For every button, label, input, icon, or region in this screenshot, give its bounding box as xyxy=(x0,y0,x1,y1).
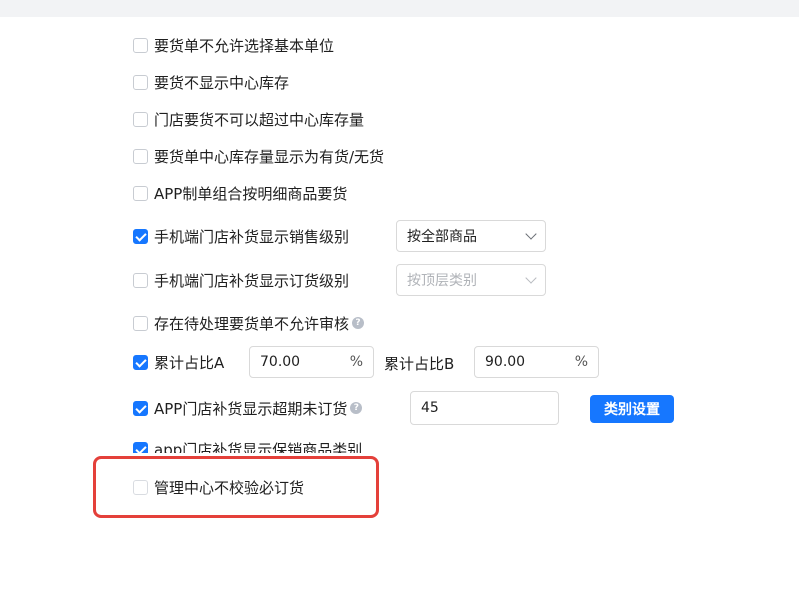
option-row[interactable]: APP制单组合按明细商品要货 xyxy=(133,180,347,206)
option-label: 要货单不允许选择基本单位 xyxy=(154,36,335,55)
input-value: 70.00 xyxy=(260,354,301,370)
checkbox-checked[interactable] xyxy=(133,228,148,244)
percent-suffix: % xyxy=(574,354,588,370)
chevron-down-icon xyxy=(525,228,537,240)
option-row[interactable]: 门店要货不可以超过中心库存量 xyxy=(133,106,364,132)
percent-suffix: % xyxy=(349,354,363,370)
help-icon[interactable]: ? xyxy=(350,402,363,414)
checkbox[interactable] xyxy=(133,315,148,331)
top-bar xyxy=(0,0,799,17)
order-level-select[interactable]: 按顶层类别 xyxy=(396,264,546,296)
option-label: APP制单组合按明细商品要货 xyxy=(154,184,348,203)
highlight-box xyxy=(93,456,379,518)
option-row[interactable]: 要货单不允许选择基本单位 xyxy=(133,32,334,58)
option-label: 要货不显示中心库存 xyxy=(154,73,290,92)
option-row[interactable]: 手机端门店补货显示销售级别 xyxy=(133,223,349,249)
checkbox-checked[interactable] xyxy=(133,441,148,453)
select-value: 按顶层类别 xyxy=(407,273,477,289)
checkbox[interactable] xyxy=(133,148,148,164)
option-row[interactable]: APP门店补货显示超期未订货 ? xyxy=(133,395,363,421)
sales-level-select[interactable]: 按全部商品 xyxy=(396,220,546,252)
input-value: 45 xyxy=(421,400,439,416)
option-row[interactable]: 要货单中心库存量显示为有货/无货 xyxy=(133,143,384,169)
option-label: 要货单中心库存量显示为有货/无货 xyxy=(154,147,385,166)
option-label: 手机端门店补货显示订货级别 xyxy=(154,271,350,290)
category-settings-button[interactable]: 类别设置 xyxy=(590,395,674,423)
help-icon[interactable]: ? xyxy=(352,317,365,329)
cum-b-input[interactable]: 90.00 % xyxy=(474,346,599,378)
cum-a-input[interactable]: 70.00 % xyxy=(249,346,374,378)
checkbox-checked[interactable] xyxy=(133,400,148,416)
cum-b-label: 累计占比B xyxy=(384,355,455,373)
chevron-down-icon xyxy=(525,272,537,284)
option-label: APP门店补货显示超期未订货 xyxy=(154,399,348,418)
checkbox[interactable] xyxy=(133,111,148,127)
option-row[interactable]: 要货不显示中心库存 xyxy=(133,69,289,95)
checkbox[interactable] xyxy=(133,272,148,288)
option-label: 累计占比A xyxy=(154,353,225,372)
option-label: 存在待处理要货单不允许审核 xyxy=(154,314,350,333)
checkbox-checked[interactable] xyxy=(133,354,148,370)
option-label: 手机端门店补货显示销售级别 xyxy=(154,227,350,246)
option-row[interactable]: 累计占比A xyxy=(133,349,224,375)
option-row[interactable]: 存在待处理要货单不允许审核 ? xyxy=(133,310,365,336)
checkbox[interactable] xyxy=(133,185,148,201)
checkbox[interactable] xyxy=(133,74,148,90)
checkbox[interactable] xyxy=(133,37,148,53)
input-value: 90.00 xyxy=(485,354,526,370)
option-row[interactable]: 手机端门店补货显示订货级别 xyxy=(133,267,349,293)
overdue-days-input[interactable]: 45 xyxy=(410,391,559,425)
option-label: 门店要货不可以超过中心库存量 xyxy=(154,110,365,129)
select-value: 按全部商品 xyxy=(407,229,477,245)
